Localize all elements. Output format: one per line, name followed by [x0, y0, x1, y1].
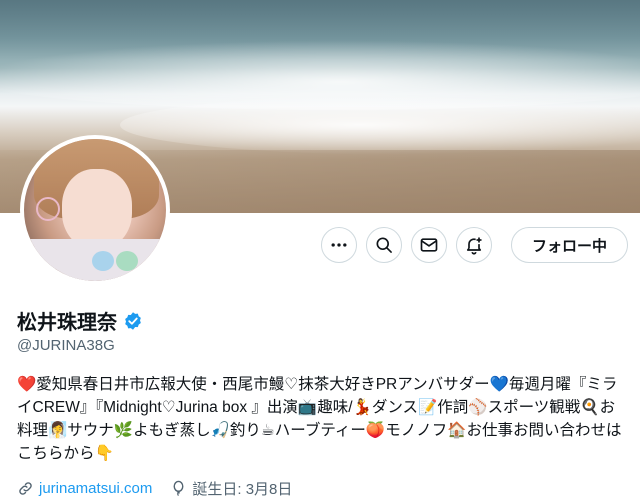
profile-meta: jurinamatsui.com 誕生日: 3月8日 — [17, 478, 292, 499]
website-link[interactable]: jurinamatsui.com — [39, 480, 152, 497]
banner-wave — [120, 95, 640, 155]
birthday-text: 誕生日: 3月8日 — [192, 481, 293, 498]
website-item: jurinamatsui.com — [17, 478, 152, 499]
user-handle: @JURINA38G — [17, 337, 115, 354]
profile-bio: ❤️愛知県春日井市広報大使・西尾市鰻♡抹茶大好きPRアンバサダー💙毎週月曜『ミラ… — [17, 376, 622, 462]
message-button[interactable] — [411, 227, 447, 263]
avatar[interactable] — [20, 135, 170, 285]
avatar-bear-sticker — [92, 251, 114, 271]
name-row: 松井珠理奈 — [17, 306, 143, 335]
verified-badge-icon[interactable] — [123, 311, 143, 331]
avatar-face — [62, 169, 132, 249]
balloon-icon — [173, 480, 184, 496]
more-dots-icon — [331, 243, 347, 247]
avatar-flower-sticker — [36, 197, 60, 221]
more-button[interactable] — [321, 227, 357, 263]
display-name: 松井珠理奈 — [17, 312, 117, 334]
search-button[interactable] — [366, 227, 402, 263]
bell-plus-icon — [466, 237, 482, 255]
profile-actions — [321, 227, 492, 263]
following-button[interactable]: フォロー中 — [511, 227, 628, 263]
notifications-button[interactable] — [456, 227, 492, 263]
search-icon — [376, 237, 392, 253]
avatar-bear-sticker — [116, 251, 138, 271]
link-icon — [19, 482, 32, 495]
mail-icon — [420, 238, 438, 252]
birthday-item: 誕生日: 3月8日 — [170, 478, 292, 499]
